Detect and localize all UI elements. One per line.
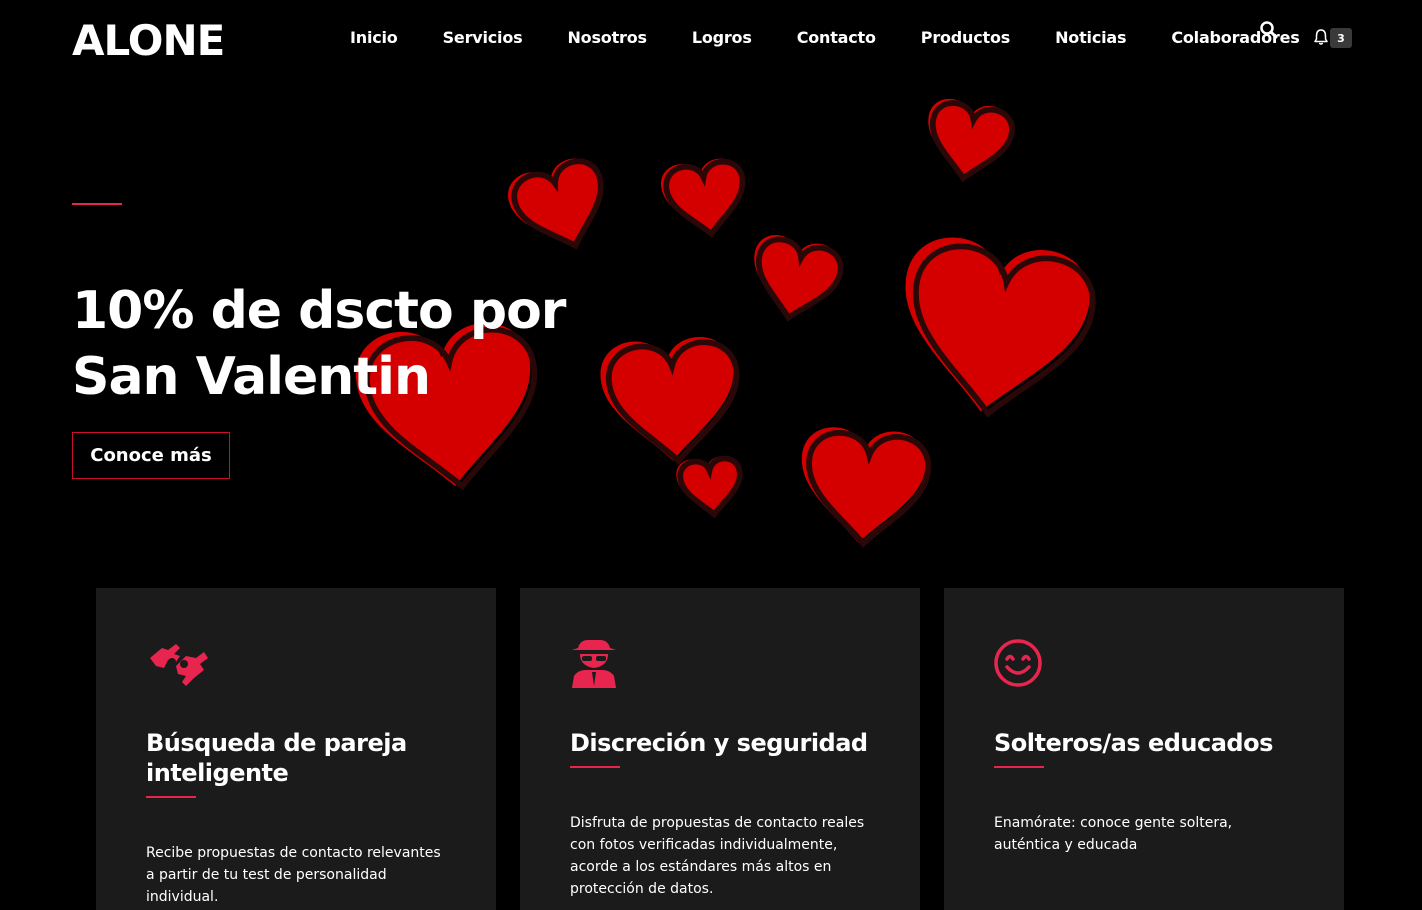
feature-card-busqueda: Búsqueda de pareja inteligente Recibe pr… (96, 588, 496, 910)
feature-description: Enamórate: conoce gente soltera, auténti… (994, 815, 1233, 853)
hero-title-line-1: 10% de dscto por (72, 281, 566, 341)
hero-accent-line (72, 203, 122, 205)
feature-accent-line (146, 796, 196, 798)
heart-shape (889, 231, 1100, 425)
feature-card-solteros: Solteros/as educados Enamórate: conoce g… (944, 588, 1344, 910)
feature-description: Recibe propuestas de contacto relevantes… (146, 845, 441, 905)
heart-shape (743, 231, 845, 326)
nav-item-nosotros[interactable]: Nosotros (567, 28, 647, 47)
feature-title: Discreción y seguridad (570, 729, 868, 757)
heart-shape (796, 425, 931, 548)
notification-count-badge: 3 (1330, 28, 1352, 48)
nav-item-noticias[interactable]: Noticias (1055, 28, 1126, 47)
feature-title: Búsqueda de pareja inteligente (146, 728, 446, 788)
feature-description: Disfruta de propuestas de contacto reale… (570, 815, 865, 897)
nav-item-logros[interactable]: Logros (692, 28, 752, 47)
feature-accent-line (994, 766, 1044, 768)
feature-title-line-2: inteligente (146, 759, 289, 787)
nav-item-servicios[interactable]: Servicios (443, 28, 523, 47)
conoce-mas-button[interactable]: Conoce más (72, 432, 230, 479)
hero-title-line-2: San Valentin (72, 347, 431, 407)
heart-shape (502, 152, 617, 261)
feature-accent-line (570, 766, 620, 768)
search-icon[interactable] (1259, 20, 1281, 42)
nav-item-inicio[interactable]: Inicio (350, 28, 398, 47)
heart-shape (658, 156, 749, 240)
nav-item-productos[interactable]: Productos (921, 28, 1011, 47)
nav-item-contacto[interactable]: Contacto (797, 28, 876, 47)
feature-card-discrecion: Discreción y seguridad Disfruta de propu… (520, 588, 920, 910)
smile-icon (994, 636, 1058, 690)
hero-title: 10% de dscto por San Valentin (72, 278, 592, 410)
feature-title-line-1: Búsqueda de pareja (146, 729, 407, 757)
main-nav: Inicio Servicios Nosotros Logros Contact… (350, 28, 1345, 47)
heart-shape (919, 96, 1016, 186)
bell-icon[interactable] (1312, 28, 1332, 48)
feature-title: Solteros/as educados (994, 729, 1273, 757)
sign-language-icon (146, 636, 210, 690)
site-logo[interactable]: ALONE (72, 16, 225, 65)
user-secret-icon (570, 636, 634, 690)
heart-shape (598, 334, 742, 465)
heart-shape (675, 454, 744, 517)
